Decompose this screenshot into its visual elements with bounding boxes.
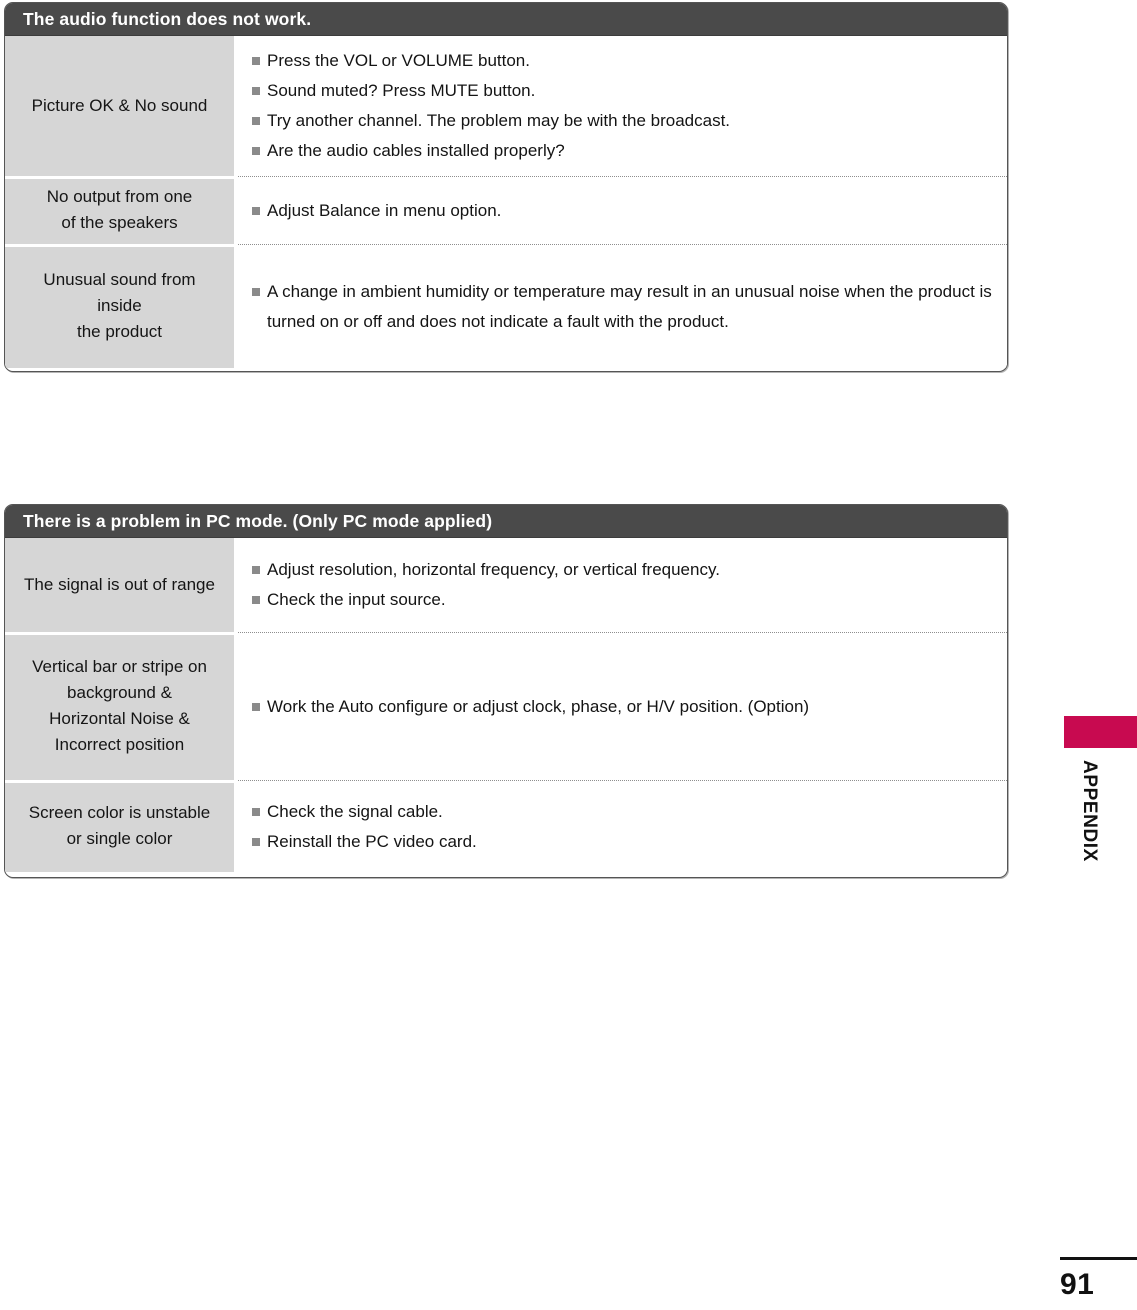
cause-line: Vertical bar or stripe on	[32, 657, 207, 676]
troubleshooting-table-pc-mode: There is a problem in PC mode. (Only PC …	[4, 504, 1008, 878]
bullet-square-icon	[252, 206, 260, 215]
bullet-square-icon	[252, 147, 260, 155]
remedy-text: Adjust resolution, horizontal frequency,…	[267, 560, 720, 579]
table-row: Vertical bar or stripe on background & H…	[5, 632, 1007, 780]
bullet-square-icon	[252, 87, 260, 95]
cause-line: Screen color is unstable	[28, 803, 211, 822]
list-item: Sound muted? Press MUTE button.	[252, 76, 993, 106]
footer-divider	[1060, 1257, 1137, 1260]
appendix-tab-marker	[1064, 716, 1137, 748]
remedy-text: Are the audio cables installed properly?	[267, 141, 565, 160]
table-row: The signal is out of range Adjust resolu…	[5, 538, 1007, 632]
table-row: Picture OK & No sound Press the VOL or V…	[5, 36, 1007, 176]
remedy-text: Work the Auto configure or adjust clock,…	[267, 696, 810, 716]
bullet-square-icon	[252, 57, 260, 65]
list-item: Work the Auto configure or adjust clock,…	[252, 692, 993, 722]
list-item: Are the audio cables installed properly?	[252, 136, 993, 166]
remedy-text: A change in ambient humidity or temperat…	[267, 281, 992, 331]
table-body-pc-mode: The signal is out of range Adjust resolu…	[5, 538, 1007, 872]
remedy-text: Press the VOL or VOLUME button.	[267, 51, 530, 70]
bullet-square-icon	[252, 287, 260, 296]
remedy-cell: Adjust Balance in menu option.	[238, 176, 1007, 244]
cause-line: inside	[97, 296, 142, 315]
cause-line: the product	[76, 322, 163, 341]
cause-cell: No output from one of the speakers	[5, 176, 238, 244]
cause-cell: Picture OK & No sound	[5, 36, 238, 176]
bullet-square-icon	[252, 837, 260, 846]
bullet-square-icon	[252, 807, 260, 816]
cause-line: Incorrect position	[54, 735, 185, 754]
list-item: Adjust resolution, horizontal frequency,…	[252, 555, 993, 585]
cause-cell: Unusual sound from inside the product	[5, 244, 238, 368]
list-item: Try another channel. The problem may be …	[252, 106, 993, 136]
list-item: Adjust Balance in menu option.	[252, 196, 993, 226]
table-row: Screen color is unstable or single color…	[5, 780, 1007, 872]
cause-cell: Screen color is unstable or single color	[5, 780, 238, 872]
remedy-cell: A change in ambient humidity or temperat…	[238, 244, 1007, 368]
table-body-audio: Picture OK & No sound Press the VOL or V…	[5, 36, 1007, 368]
remedy-text: Check the signal cable.	[267, 801, 443, 821]
remedy-cell: Work the Auto configure or adjust clock,…	[238, 632, 1007, 780]
remedy-text: Check the input source.	[267, 590, 446, 609]
appendix-section-label: APPENDIX	[1079, 760, 1100, 862]
remedy-cell: Check the signal cable. Reinstall the PC…	[238, 780, 1007, 872]
cause-cell: The signal is out of range	[5, 538, 238, 632]
cause-line: or single color	[66, 829, 173, 848]
cause-line: Picture OK & No sound	[31, 96, 208, 115]
remedy-text: Reinstall the PC video card.	[267, 831, 477, 851]
cause-cell: Vertical bar or stripe on background & H…	[5, 632, 238, 780]
list-item: Check the input source.	[252, 585, 993, 615]
list-item: A change in ambient humidity or temperat…	[252, 277, 993, 337]
cause-line: of the speakers	[61, 213, 178, 232]
cause-line: background &	[67, 683, 172, 702]
bullet-square-icon	[252, 117, 260, 125]
remedy-text: Try another channel. The problem may be …	[267, 111, 731, 130]
remedy-cell: Press the VOL or VOLUME button. Sound mu…	[238, 36, 1007, 176]
list-item: Press the VOL or VOLUME button.	[252, 46, 993, 76]
remedy-cell: Adjust resolution, horizontal frequency,…	[238, 538, 1007, 632]
table-header-audio: The audio function does not work.	[5, 3, 1007, 36]
troubleshooting-table-audio: The audio function does not work. Pictur…	[4, 2, 1008, 372]
page-number: 91	[1060, 1268, 1095, 1301]
cause-line: Unusual sound from	[43, 270, 196, 289]
table-header-pc-mode: There is a problem in PC mode. (Only PC …	[5, 505, 1007, 538]
cause-line: The signal is out of range	[24, 575, 215, 594]
table-row: No output from one of the speakers Adjus…	[5, 176, 1007, 244]
list-item: Reinstall the PC video card.	[252, 827, 993, 857]
bullet-square-icon	[252, 566, 260, 574]
remedy-text: Sound muted? Press MUTE button.	[267, 81, 536, 100]
bullet-square-icon	[252, 596, 260, 604]
remedy-text: Adjust Balance in menu option.	[267, 200, 502, 220]
bullet-square-icon	[252, 702, 260, 711]
list-item: Check the signal cable.	[252, 797, 993, 827]
table-row: Unusual sound from inside the product A …	[5, 244, 1007, 368]
cause-line: No output from one	[46, 187, 193, 206]
cause-line: Horizontal Noise &	[49, 709, 190, 728]
